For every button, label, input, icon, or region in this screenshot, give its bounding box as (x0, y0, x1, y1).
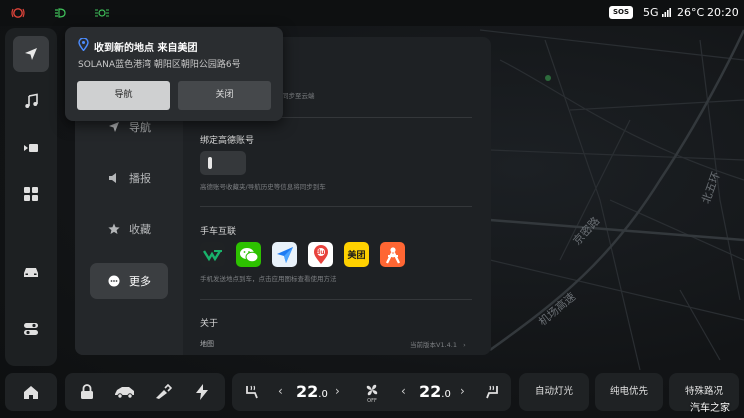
status-bar: SOS 5G 26°C 20:20 (0, 0, 744, 26)
temp-right-decrease-button[interactable]: ‹ (401, 384, 406, 398)
map-version-row[interactable]: 当前版本V1.4.1 › (410, 339, 466, 349)
location-pin-icon (78, 38, 89, 51)
amap-icon (276, 246, 293, 263)
navigation-icon (107, 120, 121, 134)
chevron-right-icon: › (463, 341, 466, 349)
lock-icon (81, 384, 93, 399)
temp-right-decimal: .0 (441, 389, 451, 400)
toggle-controls-icon (24, 323, 38, 335)
seat-heat-icon (246, 385, 258, 399)
driver-seat-heat-button[interactable] (243, 383, 261, 401)
lightning-icon (196, 384, 208, 400)
signal-icon (662, 8, 672, 17)
temp-left-decimal: .0 (318, 389, 328, 400)
brake-warning-icon (11, 6, 25, 20)
wecar-icon (202, 249, 222, 261)
cloud-sync-description: 同步至云端 (282, 92, 315, 100)
car-trunk-button[interactable] (113, 383, 137, 401)
popup-title: 收到新的地点 来自美团 (94, 43, 198, 54)
bind-account-toggle[interactable] (200, 151, 246, 175)
divider (200, 299, 472, 300)
fan-icon (366, 384, 378, 395)
dianping-app-button[interactable] (380, 242, 405, 267)
settings-tab-label: 更多 (129, 275, 151, 288)
car-side-icon (115, 387, 134, 399)
rail-apps-button[interactable] (13, 176, 49, 212)
popup-address: SOLANA蓝色港湾 朝阳区朝阳公园路6号 (78, 60, 241, 70)
video-icon (24, 144, 38, 152)
rail-vehicle-button[interactable] (13, 254, 49, 290)
home-button[interactable] (21, 383, 41, 401)
navigation-arrow-icon (25, 48, 37, 60)
wechat-app-button[interactable] (236, 242, 261, 267)
meituan-icon: 美团 (347, 251, 366, 261)
navigate-button[interactable]: 导航 (77, 81, 170, 110)
more-icon (107, 274, 121, 288)
rail-video-button[interactable] (13, 130, 49, 166)
car-icon (24, 268, 38, 277)
temp-right-integer: 22 (419, 382, 442, 401)
bind-account-title: 绑定高德账号 (200, 136, 255, 146)
toggle-knob (208, 157, 212, 169)
temp-right-value: 22.0 (419, 382, 451, 401)
bind-account-description: 高德账号收藏夹/导航历史等信息将同步到车 (200, 183, 326, 191)
phone-car-link-title: 手车互联 (200, 227, 237, 237)
auto-light-button[interactable]: 自动灯光 (519, 373, 589, 411)
settings-tab-label: 导航 (129, 121, 151, 134)
rail-navigation-button[interactable] (13, 36, 49, 72)
energy-button[interactable] (193, 383, 211, 401)
home-icon (24, 385, 38, 399)
temp-left-increase-button[interactable]: › (335, 384, 340, 398)
dianping-icon (385, 246, 400, 264)
network-label: 5G (643, 6, 659, 19)
divider (200, 206, 472, 207)
phone-car-link-description: 手机发送地点到车，点击应用图标查看使用方法 (200, 275, 337, 283)
settings-tab-favorites[interactable]: 收藏 (90, 211, 168, 247)
fan-status: OFF (367, 397, 377, 404)
grid-apps-icon (24, 187, 38, 201)
charge-port-icon (156, 384, 172, 399)
lock-button[interactable] (78, 383, 96, 401)
temp-right-increase-button[interactable]: › (460, 384, 465, 398)
passenger-seat-heat-button[interactable] (483, 383, 501, 401)
star-icon (107, 222, 121, 236)
sos-badge: SOS (609, 6, 633, 19)
clock: 20:20 (707, 6, 739, 19)
close-button[interactable]: 关闭 (178, 81, 271, 110)
seat-heat-icon (486, 385, 498, 399)
wecar-app-button[interactable] (200, 242, 225, 267)
rail-controls-button[interactable] (13, 311, 49, 347)
temp-left-decrease-button[interactable]: ‹ (278, 384, 283, 398)
position-light-icon (94, 6, 110, 20)
map-version-label: 地图 (200, 340, 214, 348)
rail-music-button[interactable] (13, 83, 49, 119)
ev-priority-button[interactable]: 纯电优先 (595, 373, 663, 411)
amap-app-button[interactable] (272, 242, 297, 267)
music-note-icon (25, 93, 38, 108)
fuel-door-button[interactable] (153, 383, 173, 401)
temp-left-integer: 22 (296, 382, 319, 401)
outside-temperature: 26°C (677, 6, 705, 19)
fan-button[interactable]: OFF (362, 381, 382, 405)
meituan-app-button[interactable]: 美团 (344, 242, 369, 267)
settings-tab-broadcast[interactable]: 播报 (90, 160, 168, 196)
headlight-icon (54, 6, 68, 20)
watermark: 汽车之家 (690, 403, 730, 414)
location-received-popup: 收到新的地点 来自美团 SOLANA蓝色港湾 朝阳区朝阳公园路6号 导航 关闭 (65, 27, 283, 121)
settings-tab-label: 播报 (129, 172, 151, 185)
settings-tab-more[interactable]: 更多 (90, 263, 168, 299)
baidu-map-app-button[interactable]: du (308, 242, 333, 267)
map-version-value: 当前版本V1.4.1 (410, 341, 457, 349)
left-rail (5, 28, 57, 366)
wechat-icon (239, 247, 258, 262)
network-indicator: 5G (643, 5, 672, 21)
temp-left-value: 22.0 (296, 382, 328, 401)
speaker-icon (107, 171, 121, 185)
about-title: 关于 (200, 319, 219, 329)
settings-tab-label: 收藏 (129, 223, 151, 236)
baidu-map-label: du (316, 249, 325, 256)
